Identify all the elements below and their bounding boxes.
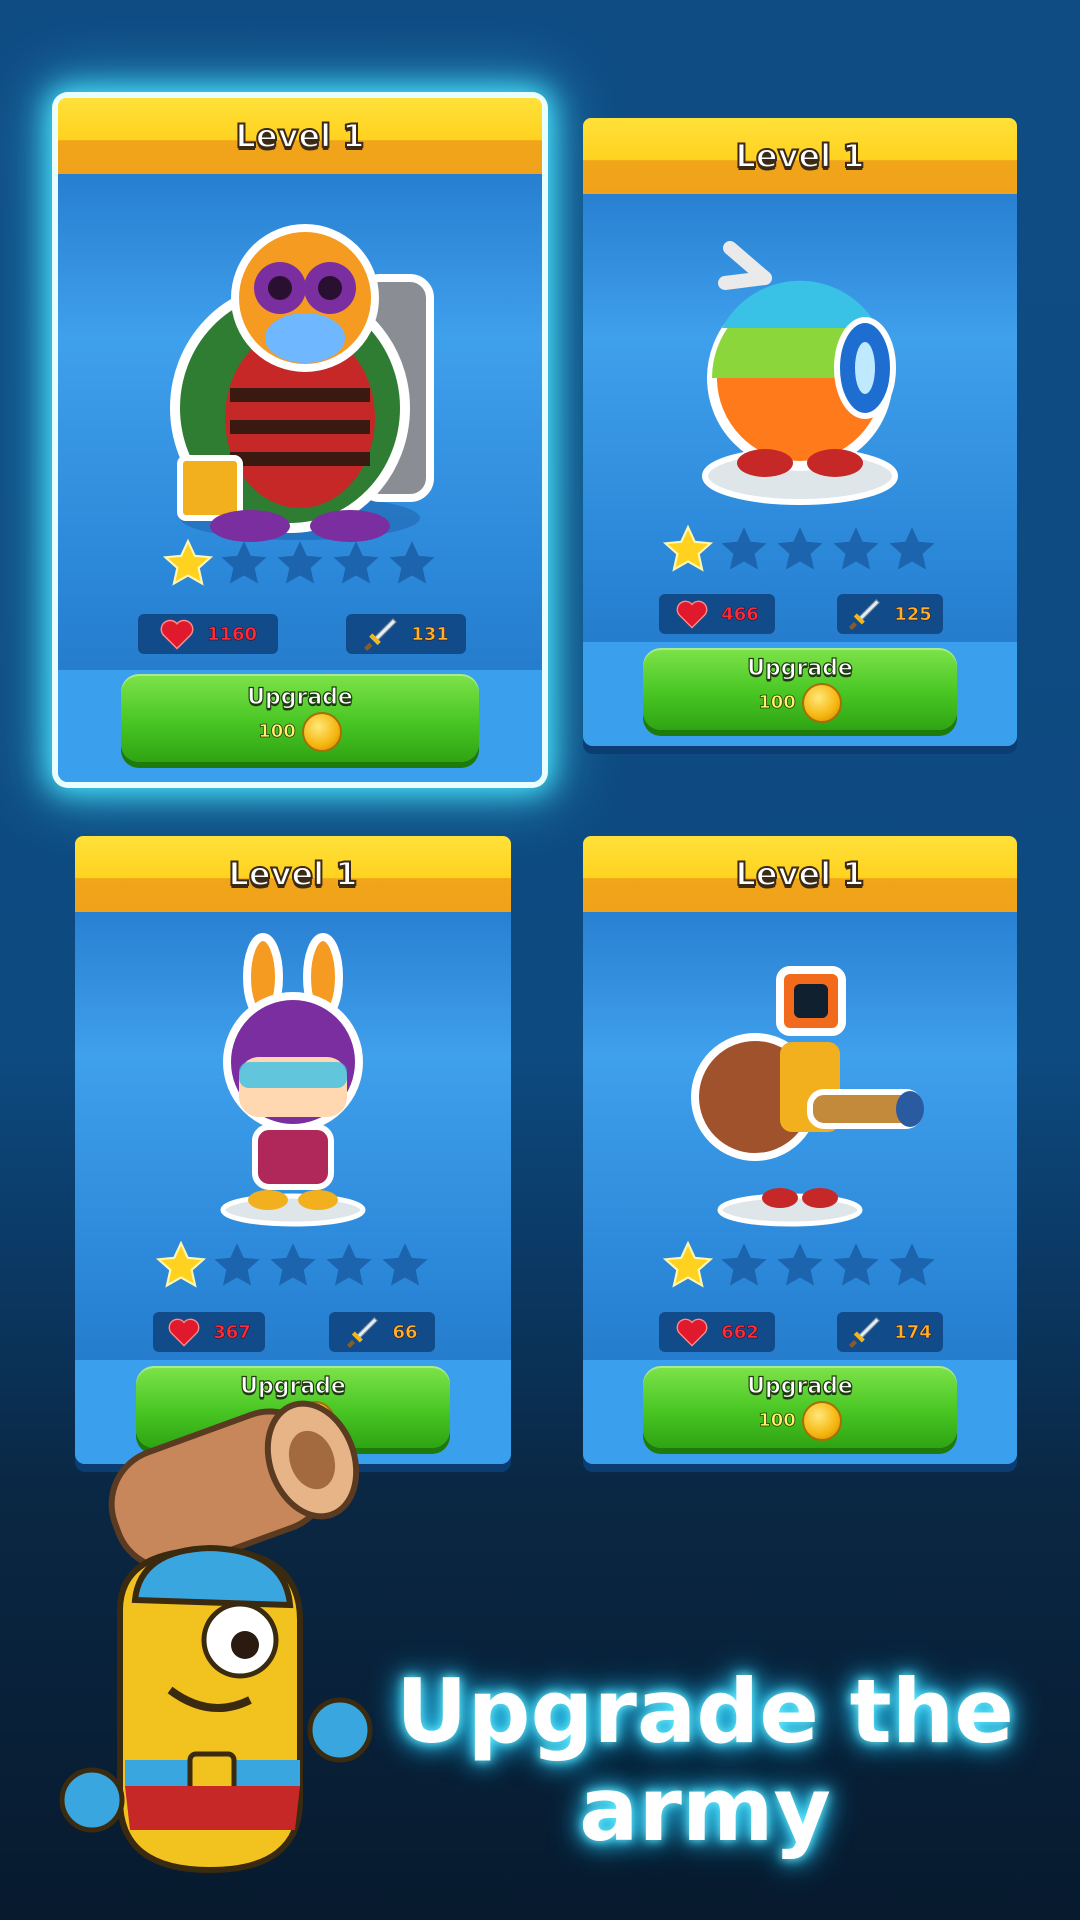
sword-icon (849, 1317, 881, 1349)
upgrade-cost: 100 (758, 682, 842, 723)
attack-stat: 66 (329, 1312, 435, 1352)
upgrade-button[interactable]: Upgrade 100 (643, 1366, 957, 1448)
star-icon (889, 527, 935, 570)
upgrade-cost: 100 (258, 711, 342, 752)
mascot-hammer-character (59, 1400, 373, 1874)
level-banner: Level 1 (583, 836, 1017, 912)
heart-icon (160, 619, 194, 650)
heart-icon (676, 600, 708, 629)
sword-icon (849, 599, 881, 631)
star-icon (389, 541, 435, 584)
hero-portrait-tv-gunner (691, 966, 924, 1227)
level-label: Level 1 (734, 854, 865, 894)
star-icon (326, 1243, 372, 1286)
level-label: Level 1 (734, 136, 865, 176)
star-icon (382, 1243, 428, 1286)
hp-value: 1160 (206, 623, 258, 645)
star-icon (221, 541, 267, 584)
cost-value: 100 (258, 721, 296, 743)
star-icon (777, 527, 823, 570)
upgrade-cost: 100 (758, 1400, 842, 1441)
heart-icon (676, 1318, 708, 1347)
heart-icon (168, 1318, 200, 1347)
attack-value: 125 (894, 603, 932, 625)
promo-headline-line1: Upgrade the (396, 1660, 1014, 1763)
hero-card-1[interactable]: Level 1 1160 131 Upgrade 100 (58, 98, 542, 782)
star-icon (777, 1243, 823, 1286)
attack-stat: 131 (346, 614, 466, 654)
star-rating (155, 1240, 431, 1292)
hp-stat: 367 (153, 1312, 265, 1352)
hp-stat: 662 (659, 1312, 775, 1352)
star-icon (721, 1243, 767, 1286)
hero-portrait-bunny-helmet (220, 933, 366, 1227)
level-banner: Level 1 (75, 836, 511, 912)
upgrade-button[interactable]: Upgrade 100 (121, 674, 479, 762)
sword-icon (347, 1317, 379, 1349)
upgrade-button[interactable]: Upgrade 100 (643, 648, 957, 730)
upgrade-label: Upgrade (240, 1373, 347, 1399)
attack-value: 174 (894, 1321, 932, 1343)
cost-value: 100 (758, 692, 796, 714)
hero-portrait-propeller-ball (702, 241, 898, 505)
attack-stat: 125 (837, 594, 943, 634)
level-label: Level 1 (227, 854, 358, 894)
star-icon (662, 524, 714, 572)
hp-value: 662 (721, 1321, 759, 1343)
star-icon (333, 541, 379, 584)
star-icon (155, 1240, 207, 1288)
upgrade-label: Upgrade (747, 1373, 854, 1399)
hero-card-4[interactable]: Level 1 662 174 Upgrade 100 (583, 836, 1017, 1464)
star-icon (270, 1243, 316, 1286)
upgrade-label: Upgrade (747, 655, 854, 681)
star-icon (162, 538, 214, 586)
promo-headline-line2: army (579, 1758, 831, 1861)
level-label: Level 1 (234, 116, 365, 156)
hp-value: 367 (213, 1321, 251, 1343)
hero-portrait-goggles (170, 224, 434, 542)
hp-value: 466 (721, 603, 759, 625)
star-rating (662, 1240, 938, 1292)
hero-card-3[interactable]: Level 1 367 66 Upgrade 100 (75, 836, 511, 1464)
star-icon (833, 1243, 879, 1286)
hp-stat: 1160 (138, 614, 278, 654)
attack-value: 66 (392, 1321, 418, 1343)
attack-value: 131 (411, 623, 449, 645)
gold-coin-icon (801, 682, 842, 723)
attack-stat: 174 (837, 1312, 943, 1352)
upgrade-label: Upgrade (247, 684, 354, 710)
gold-coin-icon (801, 1400, 842, 1441)
star-rating (662, 524, 938, 576)
star-icon (277, 541, 323, 584)
hp-stat: 466 (659, 594, 775, 634)
hero-card-2[interactable]: Level 1 466 125 Upgrade 100 (583, 118, 1017, 746)
star-icon (214, 1243, 260, 1286)
star-rating (162, 538, 438, 590)
level-banner: Level 1 (583, 118, 1017, 194)
level-banner: Level 1 (58, 98, 542, 174)
star-icon (889, 1243, 935, 1286)
star-icon (721, 527, 767, 570)
star-icon (833, 527, 879, 570)
cost-value: 100 (758, 1410, 796, 1432)
sword-icon (364, 618, 398, 651)
gold-coin-icon (301, 711, 342, 752)
star-icon (662, 1240, 714, 1288)
